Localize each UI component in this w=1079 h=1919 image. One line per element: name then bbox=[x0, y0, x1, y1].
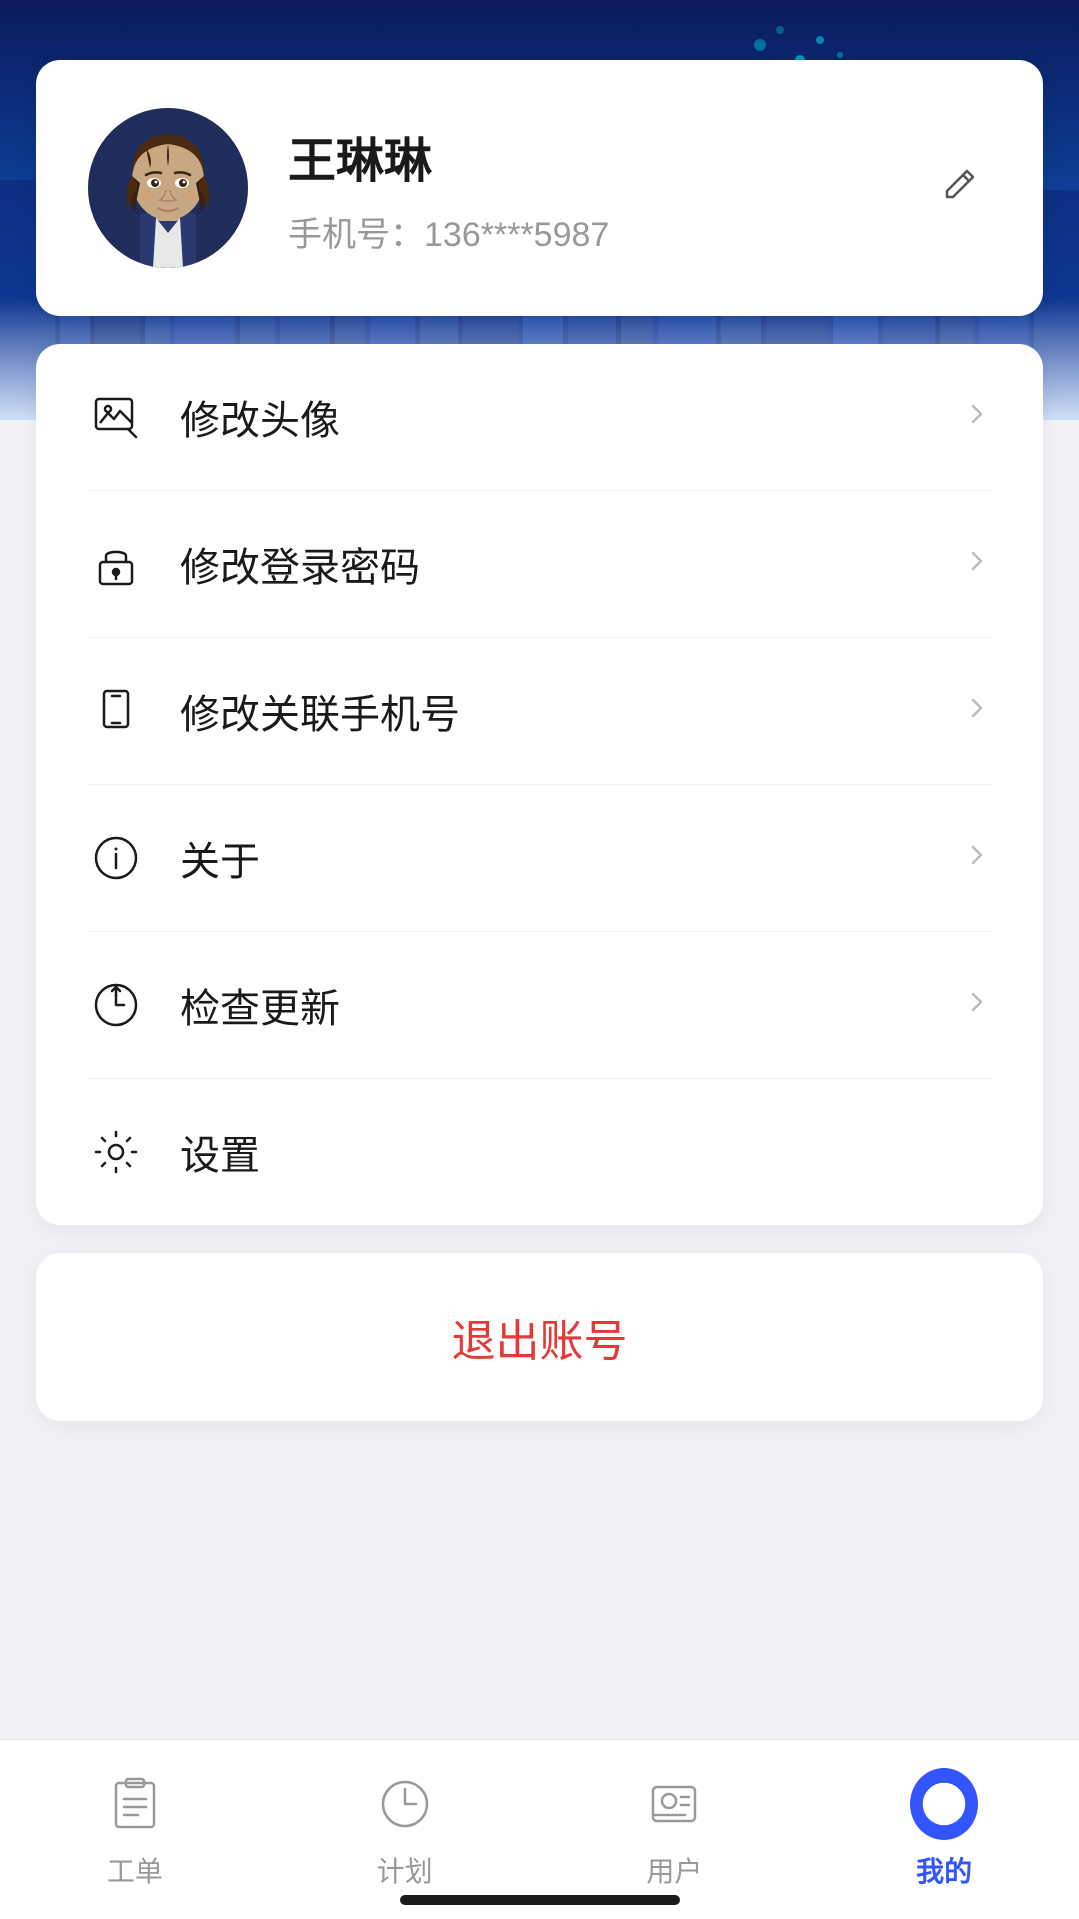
menu-item-change-password[interactable]: 修改登录密码 bbox=[88, 491, 991, 638]
chevron-right-icon bbox=[963, 399, 991, 436]
menu-item-check-update[interactable]: 检查更新 bbox=[88, 932, 991, 1079]
image-edit-icon bbox=[88, 389, 144, 445]
info-icon bbox=[88, 830, 144, 886]
settings-icon bbox=[88, 1124, 144, 1180]
logout-label: 退出账号 bbox=[452, 1305, 628, 1369]
menu-item-settings[interactable]: 设置 bbox=[88, 1079, 991, 1225]
menu-label-change-phone: 修改关联手机号 bbox=[180, 682, 927, 740]
menu-label-change-avatar: 修改头像 bbox=[180, 388, 927, 446]
chevron-right-icon bbox=[963, 987, 991, 1024]
user-card-icon bbox=[640, 1770, 708, 1838]
menu-label-settings: 设置 bbox=[180, 1123, 991, 1181]
update-icon bbox=[88, 977, 144, 1033]
clipboard-icon bbox=[101, 1770, 169, 1838]
phone-edit-icon bbox=[88, 683, 144, 739]
menu-item-about[interactable]: 关于 bbox=[88, 785, 991, 932]
menu-label-about: 关于 bbox=[180, 829, 927, 887]
nav-label-user: 用户 bbox=[646, 1850, 702, 1890]
bottom-nav: 工单 计划 用户 bbox=[0, 1739, 1079, 1919]
menu-label-change-password: 修改登录密码 bbox=[180, 535, 927, 593]
menu-item-change-avatar[interactable]: 修改头像 bbox=[88, 344, 991, 491]
lock-icon bbox=[88, 536, 144, 592]
avatar bbox=[88, 108, 248, 268]
profile-info: 王琳琳 手机号：136****5987 bbox=[288, 121, 887, 256]
menu-item-change-phone[interactable]: 修改关联手机号 bbox=[88, 638, 991, 785]
nav-item-workorder[interactable]: 工单 bbox=[0, 1740, 270, 1919]
menu-card: 修改头像 修改登录密码 bbox=[36, 344, 1043, 1225]
profile-phone: 手机号：136****5987 bbox=[288, 207, 887, 256]
profile-card: 王琳琳 手机号：136****5987 bbox=[36, 60, 1043, 316]
chevron-right-icon bbox=[963, 546, 991, 583]
logout-button[interactable]: 退出账号 bbox=[36, 1253, 1043, 1421]
nav-label-plan: 计划 bbox=[377, 1850, 433, 1890]
nav-item-mine[interactable]: 我的 bbox=[809, 1740, 1079, 1919]
nav-item-plan[interactable]: 计划 bbox=[270, 1740, 540, 1919]
clock-icon bbox=[371, 1770, 439, 1838]
home-indicator bbox=[400, 1895, 680, 1905]
smiley-icon bbox=[910, 1770, 978, 1838]
menu-label-check-update: 检查更新 bbox=[180, 976, 927, 1034]
nav-item-user[interactable]: 用户 bbox=[540, 1740, 810, 1919]
chevron-right-icon bbox=[963, 693, 991, 730]
chevron-right-icon bbox=[963, 840, 991, 877]
nav-label-workorder: 工单 bbox=[107, 1850, 163, 1890]
profile-name: 王琳琳 bbox=[288, 121, 887, 191]
nav-label-mine: 我的 bbox=[916, 1850, 972, 1890]
edit-profile-button[interactable] bbox=[927, 153, 991, 224]
